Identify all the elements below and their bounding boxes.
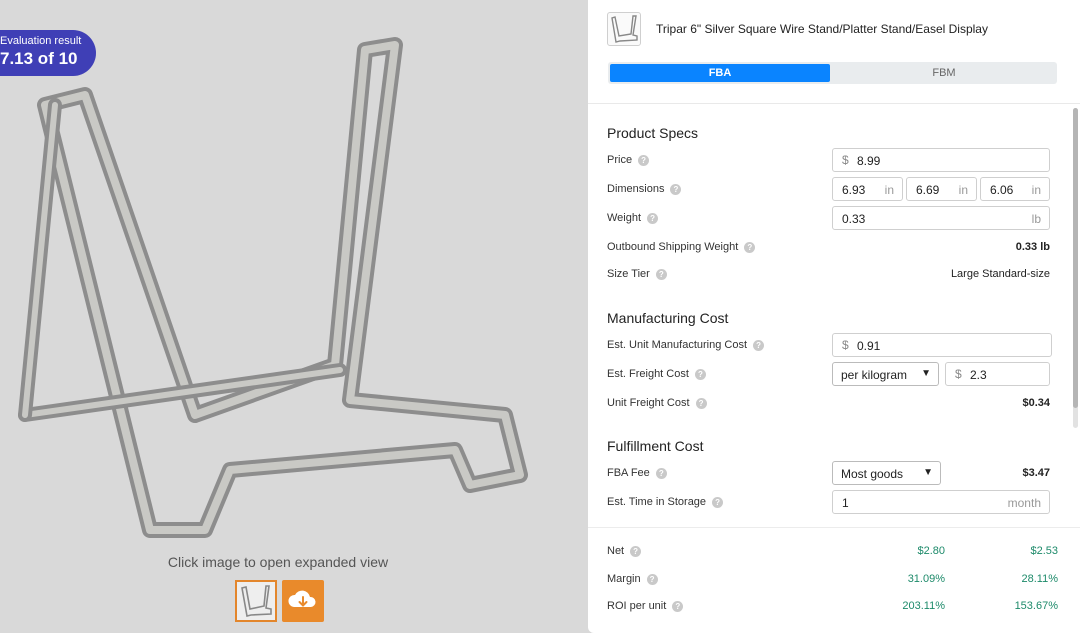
size-tier-label: Size Tier? [607, 268, 667, 280]
net-value-fba: $2.80 [917, 545, 945, 557]
summary-section: Net? $2.80 $2.53 Margin? 31.09% 28.11% R… [588, 527, 1080, 633]
cloud-download-icon [288, 590, 316, 607]
help-icon[interactable]: ? [670, 183, 682, 195]
fba-fee-category-select[interactable]: Most goods ▼ [832, 461, 941, 485]
download-button[interactable] [282, 580, 324, 622]
scrollbar[interactable] [1073, 108, 1078, 428]
help-icon[interactable]: ? [647, 212, 659, 224]
storage-time-input[interactable]: 1 month [832, 490, 1050, 514]
help-icon[interactable]: ? [753, 339, 765, 351]
price-label: Price? [607, 154, 650, 166]
evaluation-badge: Evaluation result 7.13 of 10 [0, 30, 96, 76]
product-thumbnail [607, 12, 641, 46]
details-scroll-area[interactable]: Product Specs Price? $ 8.99 Dimensions? … [588, 105, 1080, 525]
help-icon[interactable]: ? [655, 268, 667, 280]
margin-value-fbm: 28.11% [1021, 573, 1059, 585]
roi-value-fba: 203.11% [902, 600, 945, 612]
outbound-weight-value: 0.33 lb [1015, 241, 1050, 253]
fulfillment-tabs: FBA FBM [608, 62, 1057, 84]
fulfillment-title: Fulfillment Cost [607, 438, 704, 454]
margin-label: Margin? [607, 573, 658, 585]
dimensions-label: Dimensions? [607, 183, 682, 195]
product-specs-title: Product Specs [607, 125, 699, 141]
product-image-area[interactable]: Evaluation result 7.13 of 10 Click image… [0, 0, 590, 633]
fba-fee-label: FBA Fee? [607, 467, 667, 479]
help-icon[interactable]: ? [630, 545, 642, 557]
stand-icon [611, 15, 638, 43]
unit-freight-label: Unit Freight Cost? [607, 397, 707, 409]
weight-input[interactable]: 0.33 lb [832, 206, 1050, 230]
roi-label: ROI per unit? [607, 600, 684, 612]
dimension-width-input[interactable]: 6.69 in [906, 177, 977, 201]
product-title: Tripar 6" Silver Square Wire Stand/Platt… [656, 22, 988, 36]
freight-basis-select[interactable]: per kilogram ▼ [832, 362, 939, 386]
help-icon[interactable]: ? [695, 397, 707, 409]
panel-header: Tripar 6" Silver Square Wire Stand/Platt… [588, 0, 1080, 104]
expand-hint: Click image to open expanded view [167, 554, 389, 570]
help-icon[interactable]: ? [655, 467, 667, 479]
dimension-height-input[interactable]: 6.06 in [980, 177, 1050, 201]
product-image[interactable] [0, 20, 560, 550]
help-icon[interactable]: ? [744, 241, 756, 253]
image-thumbnail[interactable] [235, 580, 277, 622]
size-tier-value: Large Standard-size [950, 268, 1050, 280]
help-icon[interactable]: ? [638, 154, 650, 166]
calculator-panel: Tripar 6" Silver Square Wire Stand/Platt… [588, 0, 1080, 633]
dimension-length-input[interactable]: 6.93 in [832, 177, 903, 201]
manufacturing-title: Manufacturing Cost [607, 310, 729, 326]
tab-fba[interactable]: FBA [610, 64, 830, 82]
evaluation-label: Evaluation result [0, 35, 82, 47]
roi-value-fbm: 153.67% [1014, 600, 1058, 612]
net-label: Net? [607, 545, 642, 557]
net-value-fbm: $2.53 [1030, 545, 1058, 557]
help-icon[interactable]: ? [646, 573, 658, 585]
help-icon[interactable]: ? [694, 368, 706, 380]
scrollbar-thumb[interactable] [1073, 108, 1078, 408]
chevron-down-icon: ▼ [923, 467, 933, 478]
unit-mfg-cost-input[interactable]: $0.91 [832, 333, 1052, 357]
outbound-weight-label: Outbound Shipping Weight? [607, 241, 756, 253]
stand-thumbnail-icon [241, 585, 272, 617]
margin-value-fba: 31.09% [907, 573, 945, 585]
unit-mfg-cost-label: Est. Unit Manufacturing Cost? [607, 339, 765, 351]
chevron-down-icon: ▼ [921, 368, 931, 379]
help-icon[interactable]: ? [672, 600, 684, 612]
weight-label: Weight? [607, 212, 659, 224]
tab-fbm[interactable]: FBM [834, 62, 1054, 84]
unit-freight-value: $0.34 [1022, 397, 1050, 409]
fba-fee-value: $3.47 [1022, 467, 1050, 479]
price-input[interactable]: $ 8.99 [832, 148, 1050, 172]
help-icon[interactable]: ? [712, 496, 724, 508]
evaluation-score: 7.13 of 10 [0, 49, 78, 68]
storage-time-label: Est. Time in Storage? [607, 496, 724, 508]
freight-cost-label: Est. Freight Cost? [607, 368, 706, 380]
freight-cost-input[interactable]: $2.3 [945, 362, 1050, 386]
